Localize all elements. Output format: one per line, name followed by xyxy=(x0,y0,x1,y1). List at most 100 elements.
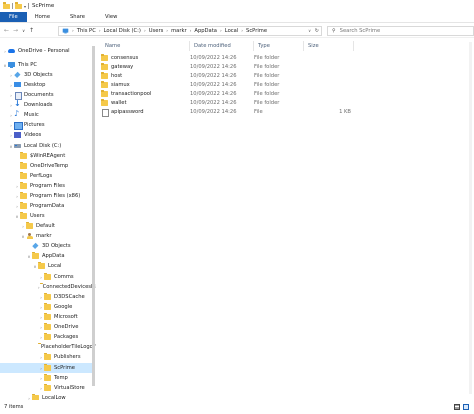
breadcrumb-this-pc[interactable]: This PC xyxy=(77,28,96,34)
file-row[interactable]: apipassword 10/09/2022 14:26 File 1 KB xyxy=(101,108,401,118)
address-dropdown-icon[interactable]: ∨ xyxy=(308,27,311,35)
nav-item-label: Local Disk (C:) xyxy=(24,143,62,149)
crumb-separator-icon[interactable]: › xyxy=(220,29,222,34)
file-row[interactable]: transactionpool 10/09/2022 14:26 File fold… xyxy=(101,90,401,99)
file-date: 10/09/2022 14:26 xyxy=(190,82,237,89)
file-row[interactable]: wallet 10/09/2022 14:26 File folder xyxy=(101,99,401,108)
nav-item[interactable]: PerfLogs xyxy=(0,171,92,181)
nav-item[interactable]: › Temp xyxy=(0,373,92,383)
recent-locations-chevron-icon[interactable]: ∨ xyxy=(22,28,25,33)
tab-home[interactable]: Home xyxy=(27,12,60,22)
nav-item[interactable]: › ScPrime xyxy=(0,363,92,373)
crumb-separator-icon[interactable]: › xyxy=(241,29,243,34)
file-type: File folder xyxy=(254,100,280,107)
nav-item[interactable]: › VirtualStore xyxy=(0,383,92,393)
nav-item[interactable]: › Videos xyxy=(0,130,92,140)
music-icon xyxy=(14,109,21,118)
nav-item[interactable]: PlaceholderTileLogoF xyxy=(0,342,96,352)
breadcrumb-appdata[interactable]: AppData xyxy=(194,28,217,34)
folder-icon xyxy=(44,383,51,391)
nav-item[interactable]: › OneDrive - Personal xyxy=(0,46,92,56)
nav-item[interactable]: › Microsoft xyxy=(0,312,92,322)
breadcrumb-local[interactable]: Local xyxy=(225,28,238,34)
nav-item[interactable]: ∨ Local xyxy=(0,261,92,271)
nav-item-label: Packages xyxy=(54,334,79,340)
quick-access-folder-icon[interactable] xyxy=(15,2,22,9)
breadcrumb-markr[interactable]: markr xyxy=(171,28,187,34)
nav-item[interactable]: › ConnectedDevicesPla xyxy=(0,282,96,292)
address-bar[interactable]: › This PC › Local Disk (C:) › Users › ma… xyxy=(58,26,322,36)
nav-item[interactable]: › Program Files (x86) xyxy=(0,191,92,201)
nav-item[interactable]: › Program Files xyxy=(0,181,92,191)
nav-item[interactable]: ›Music xyxy=(0,109,92,120)
file-row[interactable]: siamux 10/09/2022 14:26 File folder xyxy=(101,81,401,90)
content-scrollbar[interactable] xyxy=(469,42,472,394)
breadcrumb-scprime[interactable]: ScPrime xyxy=(246,28,267,34)
up-arrow-icon[interactable]: ↑ xyxy=(29,27,34,34)
tab-view[interactable]: View xyxy=(95,12,127,22)
tab-share[interactable]: Share xyxy=(60,12,95,22)
pic-icon xyxy=(14,122,23,130)
nav-item[interactable]: › Desktop xyxy=(0,80,92,90)
nav-item-label: Documents xyxy=(24,92,54,98)
crumb-separator-icon[interactable]: › xyxy=(166,29,168,34)
folder-icon xyxy=(32,251,39,259)
nav-item[interactable]: › Default xyxy=(0,221,92,231)
column-header-date-modified[interactable]: Date modified xyxy=(190,41,254,51)
nav-item[interactable]: OneDriveTemp xyxy=(0,161,92,171)
nav-item-label: Microsoft xyxy=(54,314,78,320)
file-row[interactable]: consensus 10/09/2022 14:26 File folder xyxy=(101,54,401,63)
refresh-icon[interactable]: ↻ xyxy=(315,27,319,35)
file-name-cell: transactionpool xyxy=(101,90,186,98)
file-name-cell: siamux xyxy=(101,81,186,89)
crumb-separator-icon[interactable]: › xyxy=(144,29,146,34)
nav-item[interactable]: › OneDrive xyxy=(0,322,92,332)
back-arrow-icon[interactable]: ← xyxy=(4,27,9,34)
nav-item[interactable]: › Comms xyxy=(0,272,92,282)
file-type: File folder xyxy=(254,82,280,89)
file-row[interactable]: host 10/09/2022 14:26 File folder xyxy=(101,72,401,81)
nav-item[interactable]: › D3DSCache xyxy=(0,292,92,302)
nav-item[interactable]: ∨ Users xyxy=(0,211,92,221)
search-box[interactable]: ⚲ Search ScPrime xyxy=(327,26,474,36)
details-view-icon[interactable] xyxy=(454,404,460,410)
nav-item[interactable]: › Packages xyxy=(0,332,92,342)
nav-item[interactable]: › 3D Objects xyxy=(0,70,92,80)
crumb-separator-icon[interactable]: › xyxy=(99,29,101,34)
nav-item-label: D3DSCache xyxy=(54,294,85,300)
nav-item-label: OneDriveTemp xyxy=(30,163,69,169)
nav-item[interactable]: ∨ markr xyxy=(0,231,92,241)
nav-item[interactable]: $WinREAgent xyxy=(0,151,92,161)
nav-item[interactable]: › Publishers xyxy=(0,352,92,362)
crumb-separator-icon[interactable]: › xyxy=(190,29,192,34)
column-header-type[interactable]: Type xyxy=(254,41,304,51)
breadcrumb-users[interactable]: Users xyxy=(149,28,164,34)
nav-item[interactable]: ∨ Local Disk (C:) xyxy=(0,141,92,151)
nav-item-label: ScPrime xyxy=(54,365,76,371)
tab-file[interactable]: File xyxy=(0,12,27,22)
crumb-separator-icon[interactable]: › xyxy=(72,29,74,34)
large-icons-view-icon[interactable] xyxy=(463,404,469,410)
file-date: 10/09/2022 14:26 xyxy=(190,55,237,62)
file-type: File folder xyxy=(254,64,280,71)
folder-icon xyxy=(44,302,51,310)
breadcrumb-local-disk[interactable]: Local Disk (C:) xyxy=(104,28,141,34)
file-name: apipassword xyxy=(111,109,144,116)
folder-icon xyxy=(44,272,51,280)
nav-item[interactable]: ∨ This PC xyxy=(0,60,92,70)
nav-item[interactable]: › LocalLow xyxy=(0,393,92,400)
column-header-size[interactable]: Size xyxy=(304,41,354,51)
nav-item[interactable]: 3D Objects xyxy=(0,241,92,251)
navigation-scrollbar[interactable] xyxy=(92,46,95,386)
nav-item[interactable]: › ProgramData xyxy=(0,201,92,211)
file-row[interactable]: gateway 10/09/2022 14:26 File folder xyxy=(101,63,401,72)
desk-icon xyxy=(14,82,21,88)
forward-arrow-icon[interactable]: → xyxy=(13,27,18,34)
column-header-name[interactable]: Name xyxy=(101,41,190,51)
navigation-pane[interactable]: › OneDrive - Personal ∨ This PC › 3D Objects ›… xyxy=(0,38,96,400)
quick-access-dropdown-icon[interactable]: ▾ xyxy=(24,4,26,9)
nav-item[interactable]: › Google xyxy=(0,302,92,312)
collapsed-chevron-icon[interactable]: › xyxy=(38,285,40,290)
nav-item[interactable]: › Pictures xyxy=(0,120,92,130)
nav-item[interactable]: ∨ AppData xyxy=(0,251,92,261)
